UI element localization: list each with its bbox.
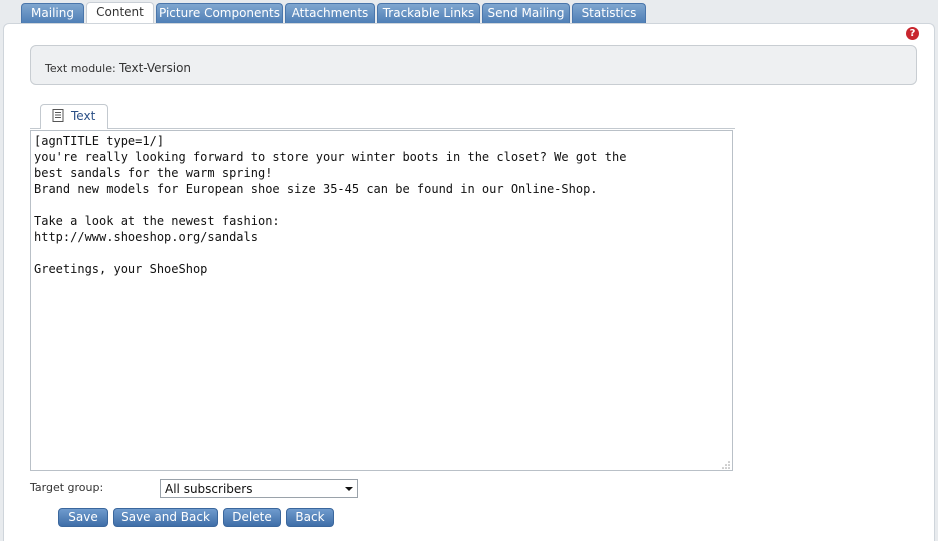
delete-button[interactable]: Delete [223,508,281,527]
text-module-box: Text module: Text-Version [30,45,917,85]
text-module-label: Text module: [45,62,116,75]
text-module-value: Text-Version [119,61,192,75]
text-editor[interactable]: [agnTITLE type=1/] you're really looking… [30,130,733,471]
save-button[interactable]: Save [58,508,108,527]
document-icon [52,109,64,122]
tab-statistics[interactable]: Statistics [572,3,646,23]
tab-text-label: Text [71,109,96,123]
back-button[interactable]: Back [286,508,334,527]
save-and-back-button[interactable]: Save and Back [113,508,218,527]
resize-grip-icon[interactable] [721,460,730,469]
tab-divider [30,128,735,129]
tab-attachments[interactable]: Attachments [285,3,375,23]
target-group-value: All subscribers [165,482,253,496]
tab-mailing[interactable]: Mailing [21,3,84,23]
target-group-select[interactable]: All subscribers [160,479,358,498]
tab-text[interactable]: Text [40,104,108,129]
help-icon[interactable]: ? [906,27,919,40]
tab-picture-components[interactable]: Picture Components [156,3,283,23]
target-group-label: Target group: [30,481,104,494]
tab-content[interactable]: Content [86,2,154,25]
tab-trackable-links[interactable]: Trackable Links [377,3,480,23]
tab-bar: Mailing Content Picture Components Attac… [0,0,938,25]
chevron-down-icon [345,487,353,491]
tab-send-mailing[interactable]: Send Mailing [482,3,570,23]
